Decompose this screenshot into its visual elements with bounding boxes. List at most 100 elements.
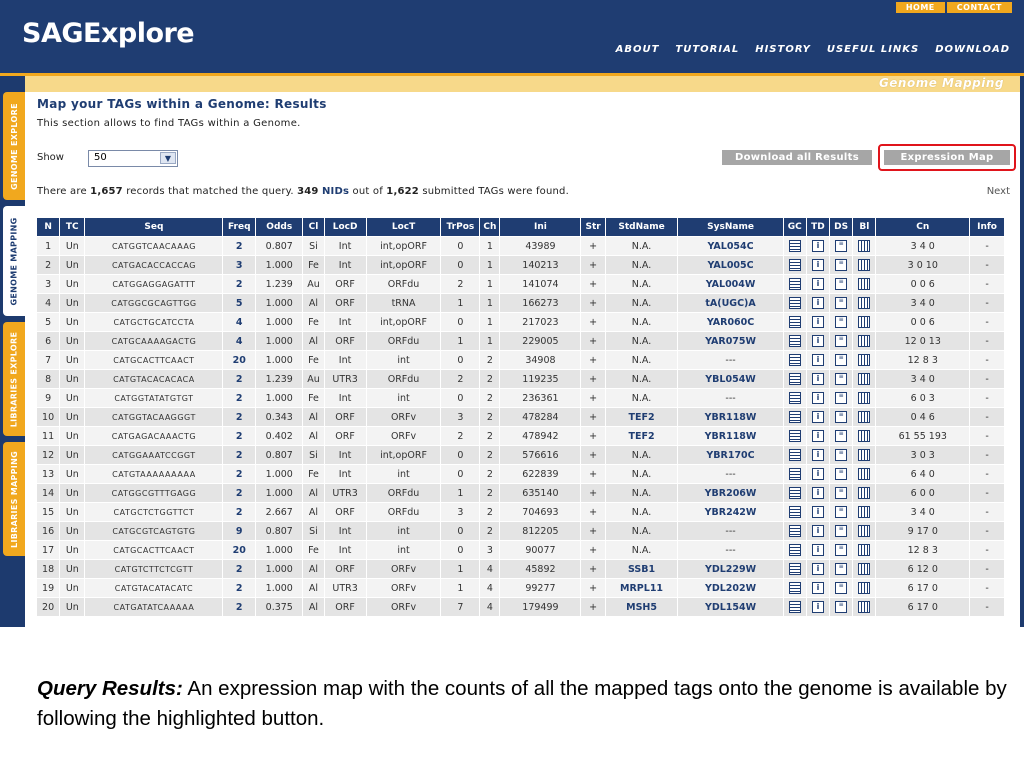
- tag-details-icon[interactable]: i: [811, 297, 824, 309]
- cell-freq[interactable]: 2: [222, 426, 257, 446]
- blast-icon[interactable]: [858, 563, 871, 575]
- nav-tutorial[interactable]: TUTORIAL: [675, 44, 739, 55]
- cell-freq[interactable]: 2: [222, 369, 257, 389]
- cell-stdname[interactable]: MSH5: [604, 597, 679, 617]
- blast-icon[interactable]: [858, 411, 871, 423]
- dna-sequence-icon[interactable]: ≡: [835, 487, 848, 499]
- column-header[interactable]: Odds: [255, 217, 304, 237]
- column-header[interactable]: LocT: [365, 217, 442, 237]
- cell-freq[interactable]: 4: [222, 312, 257, 332]
- tag-details-icon[interactable]: i: [811, 259, 824, 271]
- dna-sequence-icon[interactable]: ≡: [835, 563, 848, 575]
- cell-freq[interactable]: 2: [222, 445, 257, 465]
- cell-freq[interactable]: 2: [222, 407, 257, 427]
- nav-useful-links[interactable]: USEFUL LINKS: [827, 44, 919, 55]
- gene-context-icon[interactable]: [788, 449, 801, 461]
- cell-sysname[interactable]: YBR170C: [677, 445, 784, 465]
- column-header[interactable]: GC: [782, 217, 807, 237]
- column-header[interactable]: TD: [805, 217, 831, 237]
- blast-icon[interactable]: [858, 468, 871, 480]
- tag-details-icon[interactable]: i: [811, 582, 824, 594]
- column-header[interactable]: DS: [829, 217, 854, 237]
- blast-icon[interactable]: [858, 506, 871, 518]
- dna-sequence-icon[interactable]: ≡: [835, 506, 848, 518]
- gene-context-icon[interactable]: [788, 354, 801, 366]
- column-header[interactable]: SysName: [677, 217, 784, 237]
- blast-icon[interactable]: [858, 525, 871, 537]
- cell-sysname[interactable]: YBL054W: [677, 369, 784, 389]
- blast-icon[interactable]: [858, 430, 871, 442]
- column-header[interactable]: Freq: [222, 217, 257, 237]
- home-link[interactable]: HOME: [895, 2, 945, 13]
- tab-genome-explore[interactable]: GENOME EXPLORE: [3, 92, 25, 200]
- contact-link[interactable]: CONTACT: [946, 2, 1012, 13]
- cell-freq[interactable]: 4: [222, 331, 257, 351]
- dna-sequence-icon[interactable]: ≡: [835, 259, 848, 271]
- tag-details-icon[interactable]: i: [811, 468, 824, 480]
- dna-sequence-icon[interactable]: ≡: [835, 544, 848, 556]
- blast-icon[interactable]: [858, 278, 871, 290]
- blast-icon[interactable]: [858, 392, 871, 404]
- cell-freq[interactable]: 2: [222, 464, 257, 484]
- column-header[interactable]: Ini: [499, 217, 582, 237]
- cell-freq[interactable]: 2: [222, 559, 257, 579]
- blast-icon[interactable]: [858, 373, 871, 385]
- cell-sysname[interactable]: YAL004W: [677, 274, 784, 294]
- column-header[interactable]: Cl: [302, 217, 325, 237]
- gene-context-icon[interactable]: [788, 297, 801, 309]
- tab-genome-mapping[interactable]: GENOME MAPPING: [3, 206, 25, 316]
- tab-libraries-mapping[interactable]: LIBRARIES MAPPING: [3, 442, 25, 556]
- blast-icon[interactable]: [858, 601, 871, 613]
- cell-sysname[interactable]: YBR118W: [677, 407, 784, 427]
- column-header[interactable]: Seq: [84, 217, 224, 237]
- blast-icon[interactable]: [858, 487, 871, 499]
- cell-sysname[interactable]: YAL005C: [677, 255, 784, 275]
- dna-sequence-icon[interactable]: ≡: [835, 316, 848, 328]
- chevron-down-icon[interactable]: ▼: [160, 152, 176, 164]
- dna-sequence-icon[interactable]: ≡: [835, 525, 848, 537]
- dna-sequence-icon[interactable]: ≡: [835, 430, 848, 442]
- cell-sysname[interactable]: YDL154W: [677, 597, 784, 617]
- blast-icon[interactable]: [858, 259, 871, 271]
- column-header[interactable]: Cn: [875, 217, 971, 237]
- gene-context-icon[interactable]: [788, 582, 801, 594]
- cell-freq[interactable]: 2: [222, 597, 257, 617]
- tag-details-icon[interactable]: i: [811, 354, 824, 366]
- dna-sequence-icon[interactable]: ≡: [835, 392, 848, 404]
- gene-context-icon[interactable]: [788, 544, 801, 556]
- gene-context-icon[interactable]: [788, 487, 801, 499]
- column-header[interactable]: StdName: [604, 217, 679, 237]
- tag-details-icon[interactable]: i: [811, 487, 824, 499]
- next-page-link[interactable]: Next: [987, 186, 1010, 197]
- tag-details-icon[interactable]: i: [811, 335, 824, 347]
- tag-details-icon[interactable]: i: [811, 392, 824, 404]
- gene-context-icon[interactable]: [788, 373, 801, 385]
- cell-sysname[interactable]: YDL202W: [677, 578, 784, 598]
- dna-sequence-icon[interactable]: ≡: [835, 297, 848, 309]
- cell-sysname[interactable]: YAR075W: [677, 331, 784, 351]
- gene-context-icon[interactable]: [788, 259, 801, 271]
- tag-details-icon[interactable]: i: [811, 525, 824, 537]
- dna-sequence-icon[interactable]: ≡: [835, 240, 848, 252]
- blast-icon[interactable]: [858, 297, 871, 309]
- tag-details-icon[interactable]: i: [811, 430, 824, 442]
- dna-sequence-icon[interactable]: ≡: [835, 449, 848, 461]
- cell-freq[interactable]: 2: [222, 236, 257, 256]
- cell-stdname[interactable]: SSB1: [604, 559, 679, 579]
- cell-sysname[interactable]: YBR242W: [677, 502, 784, 522]
- dna-sequence-icon[interactable]: ≡: [835, 373, 848, 385]
- tag-details-icon[interactable]: i: [811, 563, 824, 575]
- tag-details-icon[interactable]: i: [811, 411, 824, 423]
- page-size-select[interactable]: 50 ▼: [88, 150, 178, 167]
- gene-context-icon[interactable]: [788, 506, 801, 518]
- gene-context-icon[interactable]: [788, 563, 801, 575]
- column-header[interactable]: Ch: [479, 217, 501, 237]
- tab-libraries-explore[interactable]: LIBRARIES EXPLORE: [3, 322, 25, 436]
- tag-details-icon[interactable]: i: [811, 278, 824, 290]
- blast-icon[interactable]: [858, 240, 871, 252]
- gene-context-icon[interactable]: [788, 278, 801, 290]
- gene-context-icon[interactable]: [788, 525, 801, 537]
- gene-context-icon[interactable]: [788, 240, 801, 252]
- tag-details-icon[interactable]: i: [811, 449, 824, 461]
- tag-details-icon[interactable]: i: [811, 373, 824, 385]
